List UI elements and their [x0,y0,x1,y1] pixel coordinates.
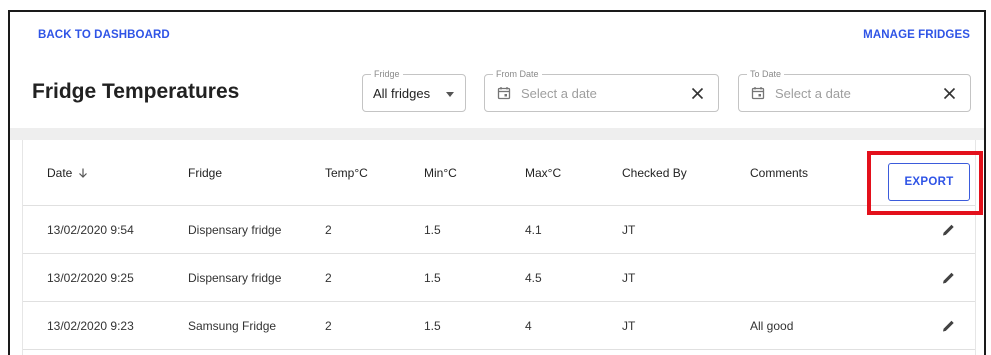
pencil-icon[interactable] [942,319,955,332]
pencil-icon[interactable] [942,223,955,236]
column-header-checked-by: Checked By [622,165,687,180]
cell-date: 13/02/2020 9:23 [47,318,134,333]
column-header-min: Min°C [424,165,457,180]
cell-checked-by: JT [622,222,636,237]
section-divider [10,128,984,140]
caret-down-icon [446,92,454,97]
app-frame: BACK TO DASHBOARD MANAGE FRIDGES Fridge … [8,10,986,355]
cell-temp: 2 [325,222,332,237]
cell-fridge: Samsung Fridge [188,318,277,333]
page-title: Fridge Temperatures [32,80,240,103]
column-header-temp: Temp°C [325,165,368,180]
table-row: 13/02/2020 9:54 Dispensary fridge 2 1.5 … [23,206,975,254]
cell-date: 13/02/2020 9:54 [47,222,134,237]
cell-min: 1.5 [424,270,441,285]
calendar-icon [751,87,765,100]
table-row: 13/02/2020 9:25 Dispensary fridge 2 1.5 … [23,254,975,302]
temperature-table: Date Fridge Temp°C Min°C Max°C Checked B… [22,140,976,355]
cell-comments: All good [750,318,794,333]
to-date-field[interactable]: To Date Select a date [738,68,971,112]
arrow-down-icon [79,168,88,178]
close-icon[interactable] [943,87,956,100]
cell-min: 1.5 [424,222,441,237]
fridge-select-label: Fridge [371,68,403,80]
cell-max: 4.1 [525,222,542,237]
from-date-label: From Date [493,68,542,80]
column-header-date[interactable]: Date [47,166,88,180]
from-date-field[interactable]: From Date Select a date [484,68,719,112]
column-header-fridge: Fridge [188,165,223,180]
table-header-row: Date Fridge Temp°C Min°C Max°C Checked B… [23,140,975,206]
export-button[interactable]: EXPORT [888,163,970,201]
cell-checked-by: JT [622,270,636,285]
cell-max: 4.5 [525,270,542,285]
cell-date: 13/02/2020 9:25 [47,270,134,285]
close-icon[interactable] [691,87,704,100]
fridge-select[interactable]: Fridge All fridges [362,68,466,112]
cell-fridge: Dispensary fridge [188,222,282,237]
to-date-label: To Date [747,68,785,80]
to-date-placeholder: Select a date [775,86,851,101]
column-header-comments: Comments [750,165,809,180]
table-row: 13/02/2020 9:23 Samsung Fridge 2 1.5 4 J… [23,302,975,350]
back-to-dashboard-link[interactable]: BACK TO DASHBOARD [38,29,170,41]
cell-temp: 2 [325,270,332,285]
calendar-icon [497,87,511,100]
fridge-select-value: All fridges [373,86,431,101]
cell-max: 4 [525,318,532,333]
cell-checked-by: JT [622,318,636,333]
manage-fridges-link[interactable]: MANAGE FRIDGES [863,29,970,41]
pencil-icon[interactable] [942,271,955,284]
cell-temp: 2 [325,318,332,333]
cell-min: 1.5 [424,318,441,333]
column-header-max: Max°C [525,165,562,180]
from-date-placeholder: Select a date [521,86,597,101]
cell-fridge: Dispensary fridge [188,270,282,285]
